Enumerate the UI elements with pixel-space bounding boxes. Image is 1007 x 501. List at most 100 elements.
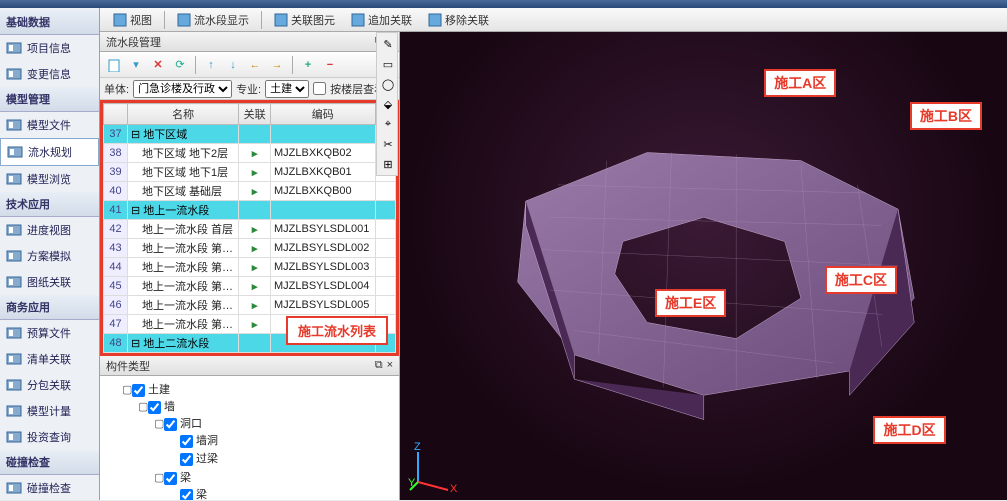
- component-tree[interactable]: ▢土建▢墙▢洞口墙洞过梁▢梁梁▢板现浇板楼面: [100, 376, 399, 500]
- table-row[interactable]: 39 地下区域 地下1层▸MJZLBXKQB01: [104, 163, 396, 182]
- tree-label: 墙: [164, 401, 175, 413]
- toggle-icon[interactable]: ▢: [154, 417, 164, 430]
- svg-text:X: X: [450, 483, 458, 492]
- panel-close-icon[interactable]: ×: [387, 359, 393, 372]
- table-row[interactable]: 44 地上一流水段 第…▸MJZLBSYLSDL003: [104, 258, 396, 277]
- link-button[interactable]: 关联图元: [267, 9, 342, 31]
- table-row[interactable]: 41⊟ 地上一流水段: [104, 201, 396, 220]
- 3d-viewport[interactable]: ▦ ▭ ↖ ✥ ⟲ ⊕ ⊖ ⛶ ⌂ 西南等轴测 纹理视图: [400, 8, 1007, 500]
- col-header[interactable]: 名称: [128, 104, 239, 125]
- zone-label: 施工C区: [825, 266, 897, 294]
- sidebar-label: 图纸关联: [27, 274, 71, 290]
- tool-icon[interactable]: ⌖: [379, 115, 397, 133]
- sidebar-item-calc[interactable]: 模型计量: [0, 398, 99, 424]
- tree-checkbox[interactable]: [180, 489, 193, 500]
- cell-name: 地上一流水段 第…: [128, 315, 239, 334]
- sidebar-item-proj[interactable]: 项目信息: [0, 35, 99, 61]
- tree-checkbox[interactable]: [180, 435, 193, 448]
- tree-node[interactable]: 过梁: [170, 449, 393, 467]
- table-row[interactable]: 43 地上一流水段 第…▸MJZLBSYLSDL002: [104, 239, 396, 258]
- delete-button[interactable]: ✕: [148, 55, 168, 75]
- table-row[interactable]: 42 地上一流水段 首层▸MJZLBSYLSDL001: [104, 220, 396, 239]
- tree-checkbox[interactable]: [148, 401, 161, 414]
- tree-node[interactable]: 梁: [170, 485, 393, 500]
- col-header[interactable]: 关联: [239, 104, 271, 125]
- viewport-canvas[interactable]: 施工A区施工B区施工C区施工E区施工D区 Z X Y: [400, 32, 1007, 500]
- sidebar-group-header: 基础数据: [0, 10, 99, 35]
- flow-button[interactable]: 流水段显示: [170, 9, 256, 31]
- dropdown-icon[interactable]: ▾: [126, 55, 146, 75]
- add-button[interactable]: +: [298, 55, 318, 75]
- tool-icon[interactable]: ⬙: [379, 95, 397, 113]
- cell-name: 地上一流水段 第…: [128, 277, 239, 296]
- remove-button[interactable]: 移除关联: [421, 9, 496, 31]
- panel-float-icon[interactable]: ⧉: [375, 359, 383, 372]
- left-button[interactable]: ←: [245, 55, 265, 75]
- sidebar-label: 变更信息: [27, 66, 71, 82]
- table-row[interactable]: 46 地上一流水段 第…▸MJZLBSYLSDL005: [104, 296, 396, 315]
- sidebar-item-query[interactable]: 投资查询: [0, 424, 99, 450]
- view-button[interactable]: 视图: [106, 9, 159, 31]
- tool-icon[interactable]: ◯: [379, 75, 397, 93]
- down-button[interactable]: ↓: [223, 55, 243, 75]
- cell-link: ▸: [239, 239, 271, 258]
- refresh-button[interactable]: ⟳: [170, 55, 190, 75]
- zone-label: 施工D区: [873, 416, 945, 444]
- tool-icon[interactable]: ✂: [379, 135, 397, 153]
- sidebar-label: 清单关联: [27, 351, 71, 367]
- tree-checkbox[interactable]: [164, 472, 177, 485]
- tool-icon[interactable]: ⊞: [379, 155, 397, 173]
- tree-node[interactable]: ▢洞口墙洞过梁: [154, 414, 393, 468]
- tree-checkbox[interactable]: [180, 453, 193, 466]
- new-button[interactable]: [104, 55, 124, 75]
- pencil-icon[interactable]: ✎: [379, 35, 397, 53]
- tree-node[interactable]: ▢梁梁: [154, 468, 393, 500]
- minus-button[interactable]: −: [320, 55, 340, 75]
- tree-checkbox[interactable]: [164, 418, 177, 431]
- table-row[interactable]: 38 地下区域 地下2层▸MJZLBXKQB02: [104, 144, 396, 163]
- up-button[interactable]: ↑: [201, 55, 221, 75]
- zone-label: 施工A区: [764, 69, 836, 97]
- toggle-icon[interactable]: ▢: [138, 400, 148, 413]
- tree-root[interactable]: ▢土建▢墙▢洞口墙洞过梁▢梁梁▢板现浇板楼面: [122, 380, 393, 500]
- unit-label: 单体:: [104, 81, 129, 97]
- row-number: 45: [104, 277, 128, 296]
- sidebar-item-clash[interactable]: 碰撞检查: [0, 475, 99, 501]
- sidebar-item-sched[interactable]: 进度视图: [0, 217, 99, 243]
- sidebar-item-sub[interactable]: 分包关联: [0, 372, 99, 398]
- unit-select[interactable]: 门急诊楼及行政: [133, 80, 232, 98]
- sidebar-item-sim[interactable]: 方案模拟: [0, 243, 99, 269]
- table-row[interactable]: 45 地上一流水段 第…▸MJZLBSYLSDL004: [104, 277, 396, 296]
- table-row[interactable]: 37⊟ 地下区域: [104, 125, 396, 144]
- toggle-icon[interactable]: ▢: [122, 383, 132, 396]
- chg-icon: [6, 66, 22, 82]
- sidebar-label: 项目信息: [27, 40, 71, 56]
- cell-link: ▸: [239, 277, 271, 296]
- spec-select[interactable]: 土建: [265, 80, 309, 98]
- row-number: 39: [104, 163, 128, 182]
- tree-node[interactable]: ▢墙▢洞口墙洞过梁▢梁梁▢板现浇板楼面: [138, 397, 393, 500]
- sidebar-item-list[interactable]: 清单关联: [0, 346, 99, 372]
- right-button[interactable]: →: [267, 55, 287, 75]
- sidebar-item-browse[interactable]: 模型浏览: [0, 166, 99, 192]
- browse-icon: [6, 171, 22, 187]
- cell-link: [239, 334, 271, 353]
- tool-icon[interactable]: ▭: [379, 55, 397, 73]
- col-header[interactable]: 编码: [271, 104, 376, 125]
- row-number: 41: [104, 201, 128, 220]
- sidebar-item-file[interactable]: 模型文件: [0, 112, 99, 138]
- toggle-icon[interactable]: ▢: [154, 471, 164, 484]
- table-row[interactable]: 40 地下区域 基础层▸MJZLBXKQB00: [104, 182, 396, 201]
- sidebar-item-flowp[interactable]: 流水规划: [0, 138, 99, 166]
- sidebar-item-chg[interactable]: 变更信息: [0, 61, 99, 87]
- add-button[interactable]: 追加关联: [344, 9, 419, 31]
- mid-column: 视图流水段显示关联图元追加关联移除关联 流水段管理 ⧉ × ▾ ✕ ⟳ ↑ ↓ …: [100, 8, 400, 500]
- sidebar-item-budget[interactable]: 预算文件: [0, 320, 99, 346]
- sidebar-item-draw[interactable]: 图纸关联: [0, 269, 99, 295]
- flag-icon: ▸: [252, 167, 258, 179]
- tree-node[interactable]: 墙洞: [170, 431, 393, 449]
- floor-view-checkbox[interactable]: [313, 82, 326, 95]
- tree-checkbox[interactable]: [132, 384, 145, 397]
- cell-code: MJZLBSYLSDL003: [271, 258, 376, 277]
- sidebar-group-header: 碰撞检查: [0, 450, 99, 475]
